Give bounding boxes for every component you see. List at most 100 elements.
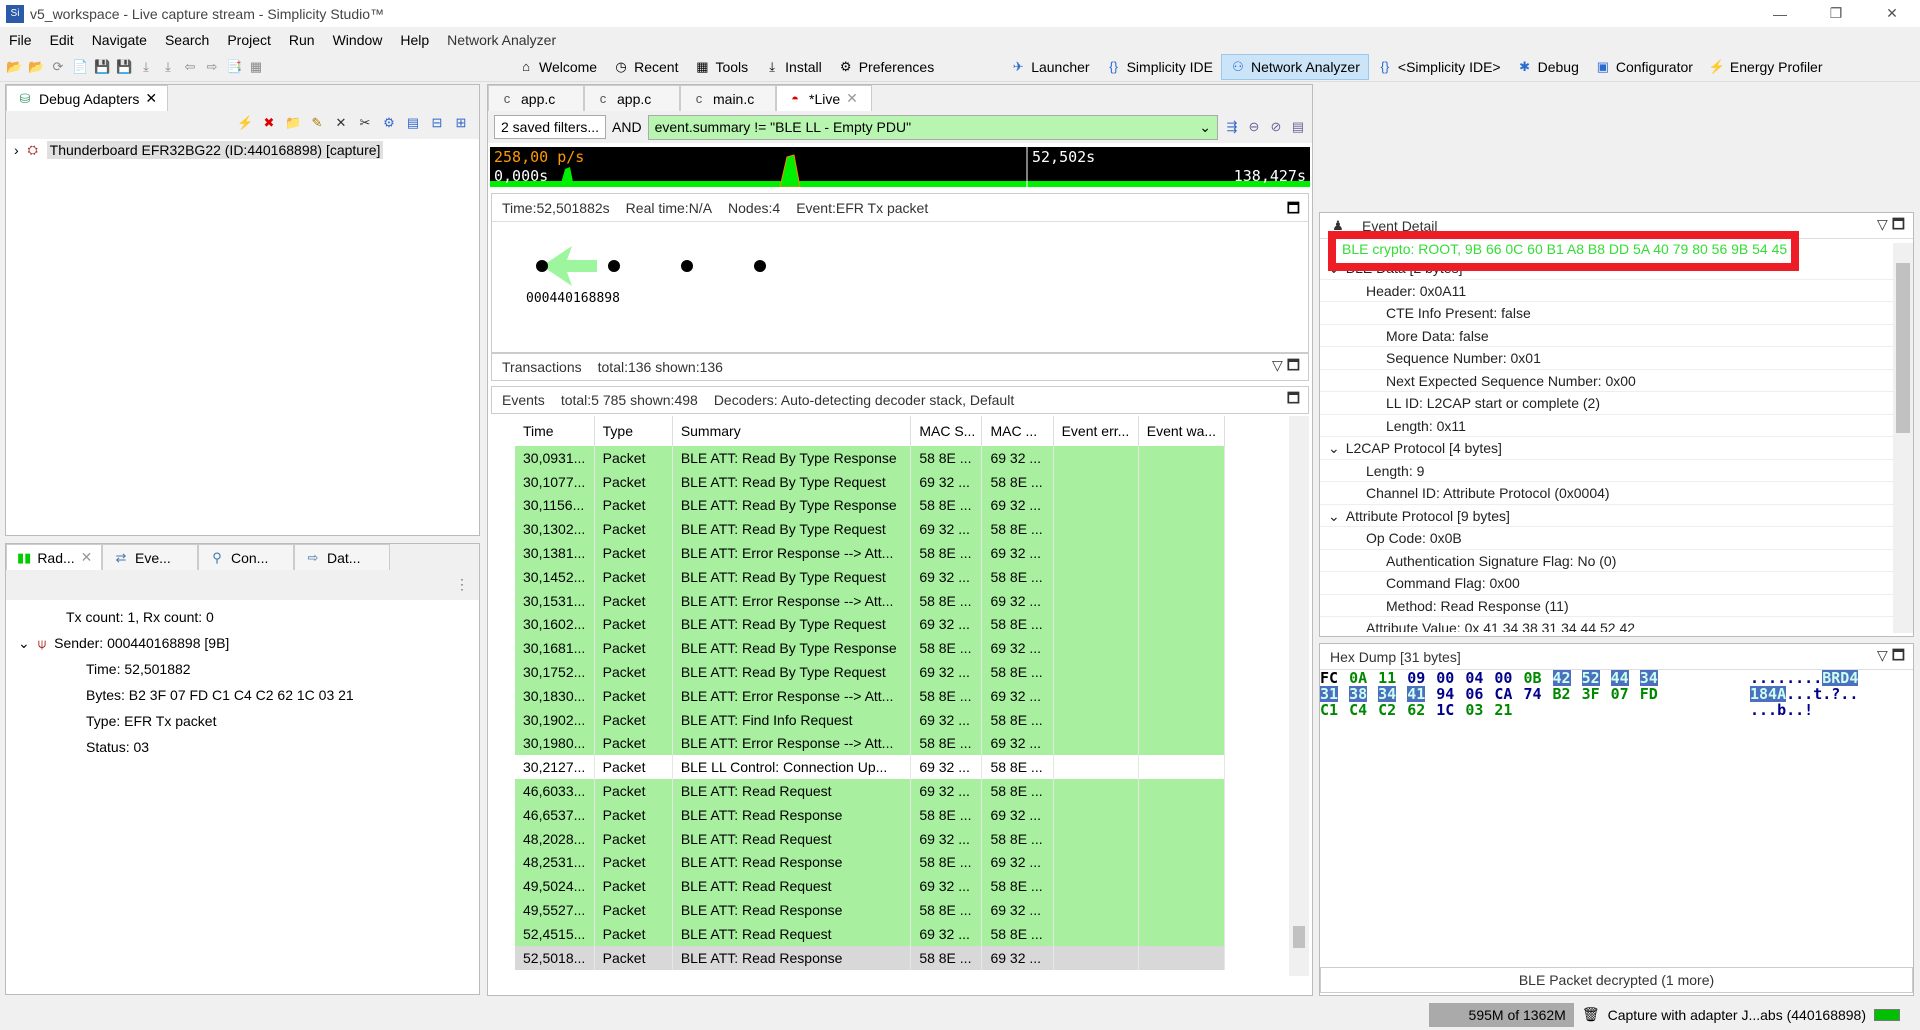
hex-byte[interactable]: C1 bbox=[1320, 702, 1338, 718]
table-row[interactable]: 48,2028... Packet BLE ATT: Read Request 69 … bbox=[515, 826, 1226, 851]
toolbar-action-icon[interactable]: ⇦ bbox=[182, 59, 198, 75]
hex-byte[interactable]: 41 bbox=[1407, 686, 1426, 702]
hex-byte[interactable]: 74 bbox=[1523, 686, 1541, 702]
toolbar-action-icon[interactable]: 💾 bbox=[94, 59, 110, 75]
hex-byte[interactable]: 3F bbox=[1582, 686, 1600, 702]
disconnect-icon[interactable]: ✖ bbox=[261, 115, 277, 131]
hex-byte[interactable]: 0A bbox=[1349, 670, 1367, 686]
hex-byte[interactable]: 09 bbox=[1407, 670, 1425, 686]
perspective-launcher[interactable]: ✈ Launcher bbox=[1002, 54, 1097, 80]
menu-search[interactable]: Search bbox=[156, 32, 218, 48]
filter-clear-icon[interactable]: ⊖ bbox=[1246, 119, 1262, 135]
toolbar-action-icon[interactable]: 📑 bbox=[226, 59, 242, 75]
toolbar-action-icon[interactable]: ▦ bbox=[248, 59, 264, 75]
table-row[interactable]: 48,2531... Packet BLE ATT: Read Response 58… bbox=[515, 850, 1226, 875]
node[interactable] bbox=[536, 260, 548, 272]
table-row[interactable]: 49,5527... Packet BLE ATT: Read Response 58… bbox=[515, 898, 1226, 922]
detail-line[interactable]: Length: 9 bbox=[1320, 460, 1893, 482]
table-row[interactable]: 30,1452... Packet BLE ATT: Read By Type Re… bbox=[515, 564, 1226, 589]
perspective-energy-profiler[interactable]: ⚡ Energy Profiler bbox=[1701, 54, 1831, 80]
layout-icon[interactable]: ▤ bbox=[405, 115, 421, 131]
timeline[interactable]: 258,00 p/s 0,000s 52,502s 138,427s bbox=[490, 147, 1310, 187]
close-tab-icon[interactable]: ✕ bbox=[846, 90, 858, 107]
menu-run[interactable]: Run bbox=[280, 32, 324, 48]
toolbar-action-icon[interactable]: ⟳ bbox=[50, 59, 66, 75]
hex-byte[interactable]: B2 bbox=[1553, 686, 1571, 702]
detail-line[interactable]: Command Flag: 0x00 bbox=[1320, 572, 1893, 595]
hex-byte[interactable]: CA bbox=[1494, 686, 1512, 702]
events-scrollbar[interactable] bbox=[1289, 416, 1309, 976]
hex-byte[interactable]: 42 bbox=[1552, 670, 1571, 686]
tools-icon[interactable]: ✂ bbox=[357, 115, 373, 131]
table-row[interactable]: 52,5018... Packet BLE ATT: Read Response 58… bbox=[515, 945, 1226, 970]
delete-icon[interactable]: ✕ bbox=[333, 115, 349, 131]
view-menu-icon[interactable]: ▽ 🗖 bbox=[1877, 645, 1905, 669]
column-header[interactable]: Event wa... bbox=[1138, 416, 1226, 446]
table-row[interactable]: 49,5024... Packet BLE ATT: Read Request 69 … bbox=[515, 874, 1226, 899]
filter-disable-icon[interactable]: ⊘ bbox=[1268, 119, 1284, 135]
editor-tab-appc[interactable]: c app.c bbox=[488, 85, 584, 111]
editor-tab-live[interactable]: ◓ *Live ✕ bbox=[776, 85, 872, 111]
toolbar-preferences[interactable]: ⚙ Preferences bbox=[830, 54, 942, 80]
detail-line[interactable]: Attribute Value: 0x 41 34 38 31 34 44 52… bbox=[1320, 617, 1893, 632]
table-row[interactable]: 30,1902... Packet BLE ATT: Find Info Reque… bbox=[515, 707, 1226, 732]
column-header[interactable]: MAC S... bbox=[910, 416, 983, 446]
detail-line[interactable]: Authentication Signature Flag: No (0) bbox=[1320, 550, 1893, 572]
table-row[interactable]: 30,1381... Packet BLE ATT: Error Response … bbox=[515, 541, 1226, 565]
close-button[interactable]: ✕ bbox=[1864, 0, 1920, 27]
hex-byte[interactable]: 00 bbox=[1436, 670, 1454, 686]
detail-line[interactable]: Method: Read Response (11) bbox=[1320, 595, 1893, 617]
table-row[interactable]: 30,1752... Packet BLE ATT: Read By Type Re… bbox=[515, 660, 1226, 684]
table-row[interactable]: 30,1980... Packet BLE ATT: Error Response … bbox=[515, 731, 1226, 756]
hex-byte[interactable]: 38 bbox=[1349, 686, 1368, 702]
hex-byte[interactable]: 07 bbox=[1611, 686, 1629, 702]
hex-byte[interactable]: 11 bbox=[1378, 670, 1396, 686]
menu-window[interactable]: Window bbox=[324, 32, 392, 48]
detail-line[interactable]: Length: 0x11 bbox=[1320, 415, 1893, 437]
edit-icon[interactable]: ✎ bbox=[309, 115, 325, 131]
editor-tab-mainc[interactable]: c main.c bbox=[680, 85, 776, 111]
detail-line[interactable]: Header: 0x0A11 bbox=[1320, 280, 1893, 302]
menu-edit[interactable]: Edit bbox=[41, 32, 83, 48]
connect-icon[interactable]: ⚡ bbox=[237, 115, 253, 131]
hex-byte[interactable]: 03 bbox=[1465, 702, 1483, 718]
hex-byte[interactable]: 34 bbox=[1378, 686, 1397, 702]
gear-icon[interactable]: ⚙ bbox=[381, 115, 397, 131]
toolbar-action-icon[interactable]: 📄 bbox=[72, 59, 88, 75]
menu-file[interactable]: File bbox=[0, 32, 41, 48]
table-row[interactable]: 30,1830... Packet BLE ATT: Error Response … bbox=[515, 683, 1226, 708]
memory-usage[interactable]: 595M of 1362M bbox=[1428, 1002, 1574, 1027]
collapse-icon[interactable]: ⊟ bbox=[429, 115, 445, 131]
detail-line[interactable]: CTE Info Present: false bbox=[1320, 302, 1893, 325]
table-row[interactable]: 30,1302... Packet BLE ATT: Read By Type Re… bbox=[515, 517, 1226, 542]
maximize-button[interactable]: ❐ bbox=[1808, 0, 1864, 27]
view-menu-icon[interactable]: ▽ 🗖 bbox=[1272, 355, 1300, 379]
node[interactable] bbox=[608, 260, 620, 272]
tab-rad[interactable]: ▮▮ Rad... ✕ bbox=[6, 544, 102, 570]
tab-debug-adapters[interactable]: ⛁ Debug Adapters ✕ bbox=[6, 85, 169, 111]
collapse-chevron-icon[interactable]: ⌄ bbox=[1328, 440, 1340, 456]
table-row[interactable]: 30,1077... Packet BLE ATT: Read By Type Re… bbox=[515, 469, 1226, 494]
collapse-chevron-icon[interactable]: ⌄ bbox=[1328, 508, 1340, 524]
table-row[interactable]: 46,6537... Packet BLE ATT: Read Response 58… bbox=[515, 802, 1226, 827]
hex-byte[interactable]: 21 bbox=[1494, 702, 1512, 718]
hex-byte[interactable]: 62 bbox=[1407, 702, 1425, 718]
table-row[interactable]: 30,0931... Packet BLE ATT: Read By Type Re… bbox=[515, 446, 1226, 470]
column-header[interactable]: Type bbox=[594, 416, 673, 446]
hex-byte[interactable]: 31 bbox=[1320, 686, 1339, 702]
scrollbar-thumb[interactable] bbox=[1293, 926, 1305, 948]
table-row[interactable]: 30,1156... Packet BLE ATT: Read By Type Re… bbox=[515, 493, 1226, 518]
hex-byte[interactable]: C4 bbox=[1349, 702, 1367, 718]
perspective-network-analyzer[interactable]: ⚇ Network Analyzer bbox=[1220, 54, 1369, 80]
close-tab-icon[interactable]: ✕ bbox=[81, 549, 93, 566]
detail-line[interactable]: ⌄ L2CAP Protocol [4 bytes] bbox=[1320, 437, 1893, 460]
hex-byte[interactable]: 44 bbox=[1610, 670, 1629, 686]
toolbar-recent[interactable]: ◷ Recent bbox=[605, 54, 686, 80]
hex-byte[interactable]: 94 bbox=[1436, 686, 1454, 702]
detail-line[interactable]: More Data: false bbox=[1320, 325, 1893, 347]
hex-byte[interactable]: 52 bbox=[1581, 670, 1600, 686]
toolbar-action-icon[interactable]: 📂 bbox=[6, 59, 22, 75]
menu-network-analyzer[interactable]: Network Analyzer bbox=[438, 32, 565, 48]
close-tab-icon[interactable]: ✕ bbox=[145, 90, 157, 107]
toolbar-tools[interactable]: ▦ Tools bbox=[686, 54, 756, 80]
